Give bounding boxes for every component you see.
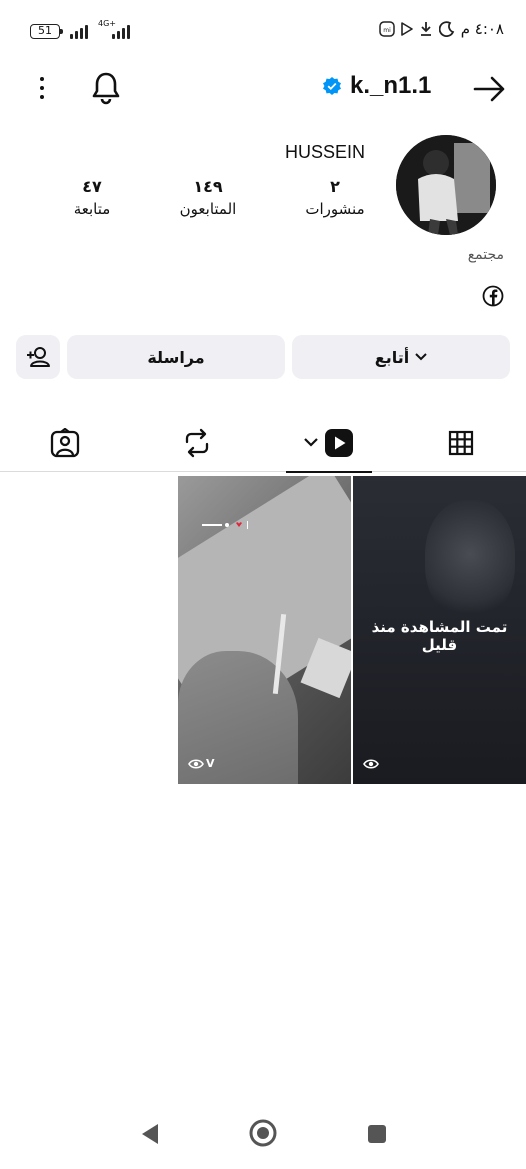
profile-tabs: [0, 414, 526, 473]
followers-label: المتابعون: [179, 200, 237, 218]
download-icon: [420, 22, 431, 36]
following-label: متابعة: [73, 200, 111, 218]
eye-icon: [188, 758, 204, 769]
repost-icon: [185, 428, 209, 458]
eye-icon: [363, 759, 379, 769]
more-icon[interactable]: [30, 74, 54, 102]
signal-icon-2: [112, 24, 130, 39]
top-bar: k._n1.1: [0, 66, 526, 112]
reel-cigarette-shape: [272, 613, 287, 695]
reels-icon: [325, 428, 353, 457]
follow-button[interactable]: أتابع: [292, 335, 510, 379]
grid-icon: [448, 430, 474, 456]
profile-username: k._n1.1: [350, 72, 432, 99]
back-arrow-icon[interactable]: [472, 74, 506, 104]
avatar-photo: [396, 135, 496, 235]
tab-reposts[interactable]: [152, 414, 242, 472]
moon-icon: [438, 21, 454, 37]
signal-icon: [70, 24, 88, 39]
battery-icon: 51: [30, 24, 63, 39]
tab-grid[interactable]: [416, 414, 506, 472]
chevron-down-icon: [415, 353, 427, 361]
suggest-people-button[interactable]: [16, 335, 60, 379]
chevron-down-icon: [304, 438, 318, 447]
reel-thumbnail[interactable]: V: [178, 476, 351, 784]
followers-count[interactable]: ١٤٩ المتابعون: [175, 176, 241, 220]
reel-view-count: V: [206, 757, 215, 770]
username-row: k._n1.1: [322, 72, 431, 100]
bell-icon[interactable]: [90, 70, 122, 106]
mi-icon: mi: [378, 21, 395, 37]
followers-value: ١٤٩: [193, 177, 223, 196]
clock: ٤:٠٨ م: [460, 20, 504, 38]
nav-home-icon[interactable]: [249, 1119, 277, 1147]
reel-box-shape: [300, 637, 351, 699]
reel-thumbnail[interactable]: تمت المشاهدة منذ قليل: [353, 476, 526, 784]
system-navigation-bar: [0, 1105, 526, 1169]
tagged-person-icon: [50, 428, 80, 458]
nav-back-icon[interactable]: [140, 1122, 160, 1146]
posts-label: منشورات: [305, 200, 365, 218]
reel-views: V: [188, 757, 215, 770]
profile-category: مجتمع: [467, 247, 504, 263]
reel-caption-graphic: [202, 520, 262, 532]
display-name: HUSSEIN: [284, 142, 365, 162]
verified-badge-icon: [323, 77, 341, 95]
follow-label: أتابع: [374, 347, 410, 367]
status-right: mi ٤:٠٨ م: [378, 20, 504, 38]
tab-tagged[interactable]: [20, 414, 110, 472]
posts-count[interactable]: ٢ منشورات: [302, 176, 368, 220]
message-button[interactable]: مراسلة: [67, 335, 285, 379]
message-label: مراسلة: [147, 347, 205, 367]
posts-value: ٢: [330, 177, 340, 196]
battery-level: 51: [38, 24, 52, 37]
add-person-icon: [27, 347, 50, 367]
svg-text:mi: mi: [383, 27, 391, 34]
avatar[interactable]: [396, 135, 496, 235]
reel-views: [363, 758, 379, 770]
tab-reels[interactable]: [286, 414, 372, 473]
play-store-icon: [400, 22, 413, 36]
status-bar: 51 4G+ mi ٤:٠٨ م: [0, 0, 526, 64]
nav-recents-icon[interactable]: [367, 1124, 387, 1144]
following-value: ٤٧: [82, 177, 102, 196]
following-count[interactable]: ٤٧ متابعة: [68, 176, 116, 220]
facebook-icon[interactable]: [482, 285, 504, 307]
watched-recently-label: تمت المشاهدة منذ قليل: [371, 618, 508, 654]
